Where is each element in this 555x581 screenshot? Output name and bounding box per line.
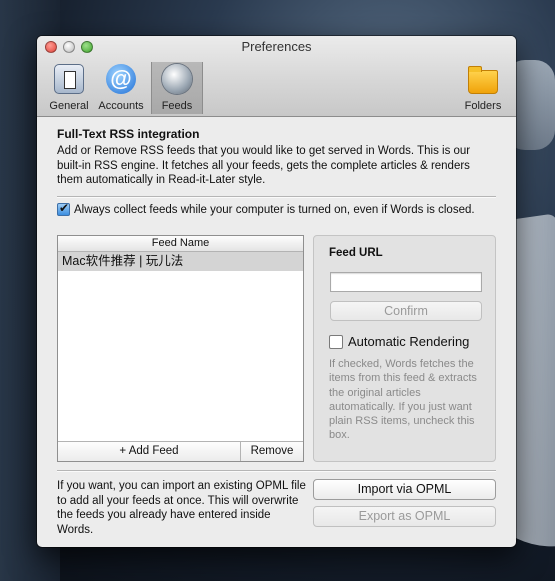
always-collect-option[interactable]: Always collect feeds while your computer… [57, 201, 475, 216]
add-feed-button[interactable]: + Add Feed [58, 442, 241, 461]
feed-url-input[interactable] [330, 272, 482, 292]
at-sign-icon: @ [106, 64, 136, 94]
toolbar-folders[interactable]: Folders [457, 62, 509, 114]
toolbar-folders-label: Folders [464, 100, 502, 112]
feed-list-footer: + Add Feed Remove [58, 441, 303, 461]
feeds-pane: Full-Text RSS integration Add or Remove … [37, 117, 516, 547]
section-description: Add or Remove RSS feeds that you would l… [57, 145, 471, 186]
toolbar-general-label: General [49, 100, 89, 112]
toolbar-general[interactable]: General [43, 62, 95, 114]
divider [57, 470, 496, 472]
automatic-rendering-checkbox[interactable] [329, 334, 343, 349]
automatic-rendering-option[interactable]: Automatic Rendering [329, 334, 469, 349]
feeds-globe-icon [162, 64, 192, 94]
automatic-rendering-help: If checked, Words fetches the items from… [329, 358, 477, 442]
toolbar-feeds[interactable]: Feeds [151, 62, 203, 114]
window-title: Preferences [241, 39, 312, 54]
automatic-rendering-label: Automatic Rendering [348, 334, 470, 349]
always-collect-label: Always collect feeds while your computer… [74, 203, 475, 216]
divider [57, 196, 496, 198]
import-opml-button[interactable]: Import via OPML [313, 479, 496, 500]
toolbar-feeds-label: Feeds [161, 100, 193, 112]
feed-settings-panel: Feed URL Confirm Automatic Rendering If … [313, 235, 496, 462]
toolbar-accounts[interactable]: @ Accounts [95, 62, 147, 114]
section-heading: Full-Text RSS integration [57, 127, 200, 141]
always-collect-checkbox[interactable] [57, 201, 70, 216]
opml-description: If you want, you can import an existing … [57, 480, 306, 536]
feed-list-header[interactable]: Feed Name [58, 236, 303, 252]
feed-list: Feed Name Mac软件推荐 | 玩儿法 + Add Feed Remov… [57, 235, 304, 462]
folder-icon [468, 66, 498, 94]
feed-url-label: Feed URL [329, 247, 383, 259]
preferences-window: Preferences General @ Accounts Feeds Fol… [37, 36, 516, 547]
toolbar-accounts-label: Accounts [98, 100, 144, 112]
feed-list-row[interactable]: Mac软件推荐 | 玩儿法 [58, 252, 303, 271]
export-opml-button[interactable]: Export as OPML [313, 506, 496, 527]
remove-feed-button[interactable]: Remove [241, 442, 303, 461]
general-switch-icon [54, 64, 84, 94]
title-bar: Preferences General @ Accounts Feeds Fol… [37, 36, 516, 117]
confirm-button[interactable]: Confirm [330, 301, 482, 321]
